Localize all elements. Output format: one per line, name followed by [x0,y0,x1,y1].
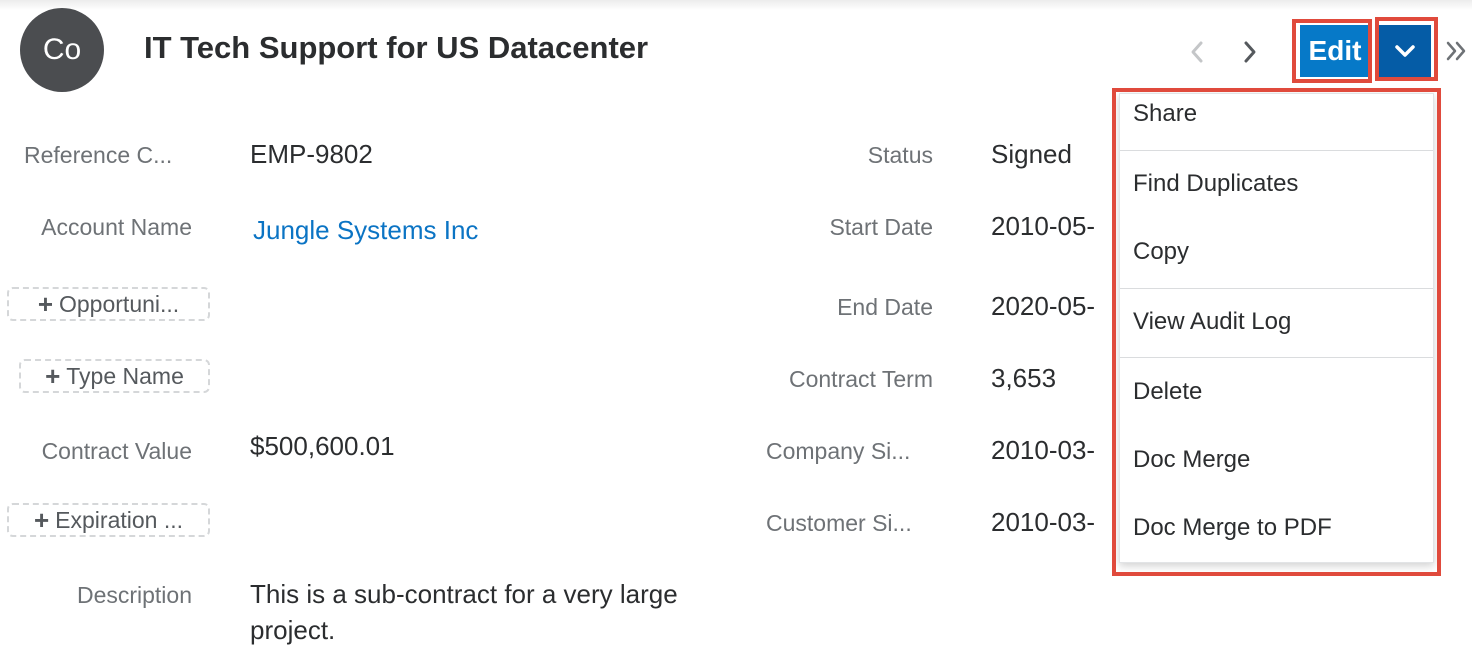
value-contract-value: $500,600.01 [250,431,395,461]
previous-record-button[interactable] [1182,30,1212,74]
plus-icon: + [33,504,50,535]
menu-divider [1120,357,1433,358]
label-account-name: Account Name [41,214,192,240]
label-reference-code: Reference C... [24,142,173,168]
menu-item-find-duplicates[interactable]: Find Duplicates [1120,154,1433,214]
label-company-signed-date: Company Si... [766,438,911,464]
chevron-left-icon [1191,41,1203,63]
menu-item-view-audit-log[interactable]: View Audit Log [1120,292,1433,352]
record-avatar: Co [20,8,104,92]
value-end-date: 2020-05- [991,291,1096,321]
add-opportunity-field[interactable]: + Opportuni... [7,287,210,321]
label-description: Description [76,582,192,608]
add-type-name-field[interactable]: + Type Name [19,359,210,393]
value-start-date: 2010-05- [991,211,1096,241]
label-contract-value: Contract Value [41,438,192,464]
plus-icon: + [37,288,53,319]
record-title: IT Tech Support for US Datacenter [144,30,649,65]
menu-item-share[interactable]: Share [1120,84,1433,144]
menu-item-copy[interactable]: Copy [1120,222,1433,282]
top-shade [0,0,1472,10]
label-start-date: Start Date [829,214,933,240]
actions-dropdown-button[interactable] [1379,25,1431,77]
menu-item-doc-merge-to-pdf[interactable]: Doc Merge to PDF [1120,498,1433,558]
add-field-label: Expiration ... [55,506,184,533]
link-account-name[interactable]: Jungle Systems Inc [253,215,478,246]
value-customer-signed-date: 2010-03- [991,507,1096,537]
add-expiration-field[interactable]: + Expiration ... [7,503,210,537]
plus-icon: + [45,360,61,391]
value-contract-term: 3,653 [991,363,1057,393]
double-chevron-right-icon [1446,41,1466,61]
label-contract-term: Contract Term [788,366,933,392]
add-field-label: Type Name [66,362,184,389]
toggle-sidebar-button[interactable] [1444,36,1470,66]
chevron-right-icon [1244,41,1256,63]
value-status: Signed [991,139,1072,169]
value-reference-code: EMP-9802 [250,139,373,169]
menu-divider [1120,150,1433,151]
menu-item-delete[interactable]: Delete [1120,362,1433,422]
label-customer-signed-date: Customer Si... [766,510,912,536]
value-company-signed-date: 2010-03- [991,435,1096,465]
menu-item-doc-merge[interactable]: Doc Merge [1120,430,1433,490]
menu-divider [1120,288,1433,289]
avatar-initials: Co [42,33,82,66]
label-status: Status [867,142,933,168]
edit-button[interactable]: Edit [1300,25,1370,77]
actions-menu: Share Find Duplicates Copy View Audit Lo… [1119,93,1434,563]
add-field-label: Opportuni... [59,290,180,317]
label-end-date: End Date [837,294,933,320]
value-description: This is a sub-contract for a very large … [250,579,678,645]
chevron-down-icon [1395,45,1415,57]
next-record-button[interactable] [1235,30,1265,74]
